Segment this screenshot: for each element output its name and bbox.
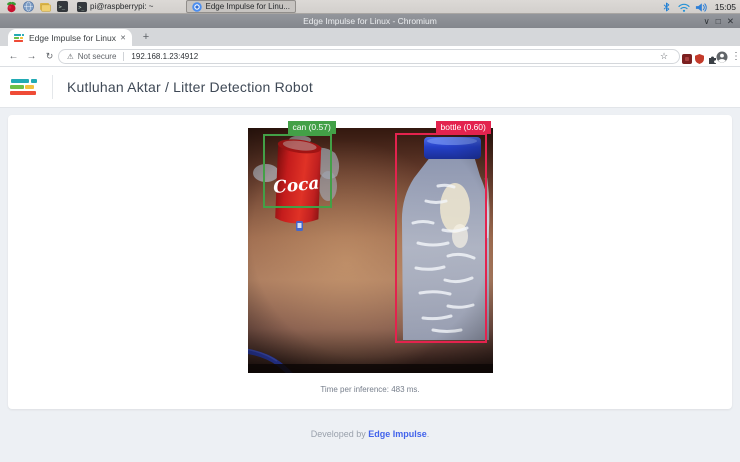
reload-icon[interactable]: ↻ <box>42 49 57 64</box>
maximize-icon[interactable]: □ <box>716 14 721 28</box>
inference-time-text: Time per inference: 483 ms. <box>320 385 420 394</box>
clock[interactable]: 15:05 <box>715 2 736 12</box>
new-tab-button[interactable]: + <box>139 30 153 44</box>
window-titlebar[interactable]: Edge Impulse for Linux - Chromium ∨ □ ✕ <box>0 14 740 28</box>
url-text: 192.168.1.23:4912 <box>131 52 199 61</box>
footer-prefix: Developed by <box>310 429 369 439</box>
omnibox-divider <box>123 52 125 61</box>
terminal-launcher-icon[interactable]: >_ <box>56 1 68 13</box>
detection-box-can <box>262 134 332 208</box>
bluetooth-icon[interactable] <box>661 1 673 13</box>
web-page: Kutluhan Aktar / Litter Detection Robot <box>0 67 740 462</box>
header-divider <box>52 75 53 99</box>
profile-avatar-icon[interactable] <box>716 50 728 68</box>
wifi-icon[interactable] <box>678 1 690 13</box>
page-title: Kutluhan Aktar / Litter Detection Robot <box>67 79 313 95</box>
browser-task-label: Edge Impulse for Linu... <box>205 2 290 11</box>
address-bar[interactable]: ⚠ Not secure 192.168.1.23:4912 <box>58 49 680 64</box>
footer-link[interactable]: Edge Impulse <box>368 429 427 439</box>
security-label: Not secure <box>77 52 117 61</box>
detection-box-bottle <box>394 133 487 343</box>
tab-strip: Edge Impulse for Linux ✕ + <box>0 28 740 46</box>
svg-text:>_: >_ <box>78 4 84 10</box>
minimize-icon[interactable]: ∨ <box>704 14 710 28</box>
page-footer: Developed by Edge Impulse. <box>0 429 740 439</box>
tab-close-icon[interactable]: ✕ <box>120 34 126 42</box>
forward-icon[interactable]: → <box>24 49 39 64</box>
svg-text:>_: >_ <box>58 5 65 11</box>
taskbar-task-browser[interactable]: Edge Impulse for Linu... <box>186 0 296 13</box>
volume-icon[interactable] <box>695 1 707 13</box>
tab-edge-impulse[interactable]: Edge Impulse for Linux ✕ <box>8 29 132 46</box>
not-secure-warning-icon[interactable]: ⚠ <box>67 52 74 61</box>
detection-label-bottle: bottle (0.60) <box>435 121 491 134</box>
window-controls: ∨ □ ✕ <box>704 14 735 28</box>
footer-suffix: . <box>426 429 430 439</box>
terminal-task-icon: >_ <box>77 1 87 12</box>
camera-card: Coca <box>8 115 732 409</box>
chromium-task-icon <box>192 1 203 12</box>
web-browser-icon[interactable] <box>22 1 34 13</box>
edge-impulse-logo <box>10 78 40 96</box>
browser-toolbar: ← → ↻ ⚠ Not secure 192.168.1.23:4912 ☆ ⋮ <box>0 46 740 67</box>
browser-menu-icon[interactable]: ⋮ <box>731 49 740 64</box>
close-icon[interactable]: ✕ <box>727 14 734 28</box>
detection-label-can: can (0.57) <box>287 121 336 134</box>
terminal-task-label: pi@raspberrypi: ~ <box>90 2 154 11</box>
taskbar: >_ >_ pi@raspberrypi: ~ Edge Impulse for… <box>0 0 740 14</box>
bookmark-star-icon[interactable]: ☆ <box>660 49 668 64</box>
raspberry-menu-icon[interactable] <box>5 1 17 13</box>
camera-feed: Coca <box>247 121 493 373</box>
tab-title: Edge Impulse for Linux <box>29 32 116 43</box>
page-header: Kutluhan Aktar / Litter Detection Robot <box>0 67 740 108</box>
edge-impulse-favicon <box>14 33 25 42</box>
file-manager-icon[interactable] <box>39 1 51 13</box>
system-tray: 15:05 <box>661 0 736 14</box>
back-icon[interactable]: ← <box>6 49 21 64</box>
screen: >_ >_ pi@raspberrypi: ~ Edge Impulse for… <box>0 0 740 462</box>
taskbar-task-terminal[interactable]: >_ pi@raspberrypi: ~ <box>72 0 158 13</box>
window-title: Edge Impulse for Linux - Chromium <box>303 16 437 26</box>
